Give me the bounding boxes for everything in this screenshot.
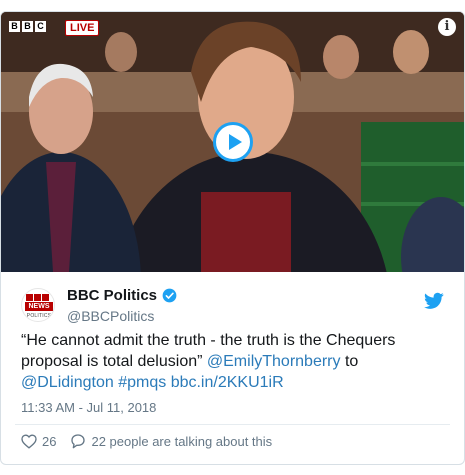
embedded-tweet-card: B B C LIVE i NEWS POLITICS BBC Politics (0, 11, 465, 465)
reply-bubble-icon (71, 434, 86, 449)
video-thumbnail[interactable]: B B C LIVE i (1, 12, 464, 272)
account-info: BBC Politics @BBCPolitics (67, 287, 177, 324)
tweet-actions: 26 22 people are talking about this (21, 433, 450, 449)
display-name-text[interactable]: BBC Politics (67, 287, 157, 304)
hashtag-pmqs-link[interactable]: #pmqs (118, 374, 166, 391)
shortened-url-link[interactable]: bbc.in/2KKU1iR (171, 374, 284, 391)
bbc-logo-letter: B (22, 21, 33, 32)
bbc-logo-letter: C (35, 21, 46, 32)
live-badge: LIVE (65, 20, 100, 36)
info-icon[interactable]: i (438, 18, 456, 36)
avatar-politics-label: POLITICS (26, 313, 52, 319)
tweet-text-to: to (340, 353, 359, 370)
divider (15, 424, 450, 425)
mention-dlidington-link[interactable]: @DLidington (21, 374, 114, 391)
bbc-blocks (26, 294, 49, 301)
tweet-body: NEWS POLITICS BBC Politics @BBCPolitics … (1, 272, 464, 449)
verified-badge-icon (162, 288, 177, 303)
twitter-bird-icon[interactable] (424, 292, 444, 310)
conversation-count-text: 22 people are talking about this (91, 433, 273, 449)
play-button[interactable] (213, 122, 253, 162)
bbc-news-politics-logo: NEWS POLITICS (21, 288, 55, 322)
conversation-button[interactable]: 22 people are talking about this (70, 433, 272, 449)
bbc-logo-icon: B B C (9, 21, 46, 32)
avatar[interactable]: NEWS POLITICS (21, 288, 55, 322)
bbc-logo-letter: B (9, 21, 20, 32)
heart-icon (21, 433, 37, 449)
mention-emilythornberry-link[interactable]: @EmilyThornberry (207, 353, 341, 370)
tweet-timestamp[interactable]: 11:33 AM - Jul 11, 2018 (21, 400, 450, 415)
avatar-news-label: NEWS (25, 302, 53, 311)
account-handle[interactable]: @BBCPolitics (67, 308, 177, 324)
display-name[interactable]: BBC Politics (67, 287, 177, 304)
play-icon (229, 134, 242, 150)
like-count: 26 (42, 433, 57, 449)
tweet-text: “He cannot admit the truth - the truth i… (21, 330, 451, 393)
like-button[interactable]: 26 (21, 434, 56, 449)
tweet-header: NEWS POLITICS BBC Politics @BBCPolitics (15, 272, 450, 324)
